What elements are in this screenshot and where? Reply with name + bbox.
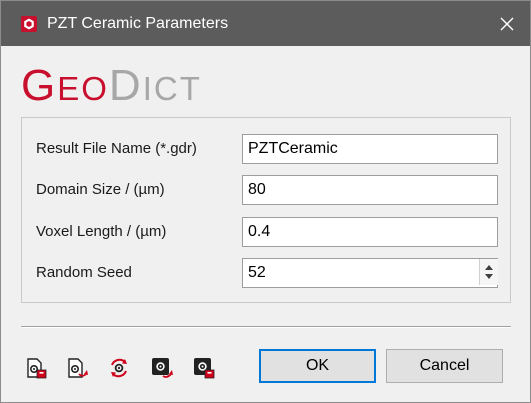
random-seed-input[interactable] [242,258,498,288]
random-seed-row: Random Seed [36,258,500,288]
random-seed-spinner[interactable] [479,259,498,285]
logo-geo-rest: EO [57,70,109,107]
load-settings-button[interactable] [25,357,47,379]
record-macro-icon [152,358,173,378]
ok-button[interactable]: OK [259,349,376,383]
save-settings-icon [68,358,88,378]
record-macro-button[interactable] [151,357,173,379]
lock-settings-button[interactable] [193,357,215,379]
domain-size-row: Domain Size / (µm) [36,175,500,205]
window-title: PZT Ceramic Parameters [47,15,229,32]
logo-geo-initial: G [21,61,58,110]
result-file-row: Result File Name (*.gdr) [36,134,500,164]
spinner-up-arrow-icon[interactable] [485,265,493,270]
spinner-down-arrow-icon[interactable] [485,274,493,279]
parameters-panel: Result File Name (*.gdr) Domain Size / (… [21,117,511,303]
separator [21,326,511,328]
result-file-input[interactable] [242,134,498,164]
domain-size-label: Domain Size / (µm) [36,181,165,198]
save-settings-button[interactable] [66,357,88,379]
reset-settings-button[interactable] [108,357,130,379]
logo-dict-rest: ICT [142,70,202,107]
voxel-length-input[interactable] [242,217,498,247]
domain-size-input[interactable] [242,175,498,205]
geodict-logo: GEODICT [21,61,202,110]
close-button[interactable] [484,1,530,46]
voxel-length-label: Voxel Length / (µm) [36,223,167,240]
random-seed-label: Random Seed [36,264,132,281]
title-bar[interactable]: PZT Ceramic Parameters [1,1,530,46]
result-file-label: Result File Name (*.gdr) [36,140,197,157]
voxel-length-row: Voxel Length / (µm) [36,217,500,247]
load-settings-icon [27,358,47,379]
geodict-app-icon [21,16,37,32]
reset-settings-icon [111,358,127,378]
lock-settings-icon [194,358,215,379]
logo-dict-initial: D [108,61,143,110]
dialog-window: PZT Ceramic Parameters GEODICT Result Fi… [0,0,531,403]
close-icon [500,17,514,30]
cancel-button[interactable]: Cancel [386,349,503,383]
